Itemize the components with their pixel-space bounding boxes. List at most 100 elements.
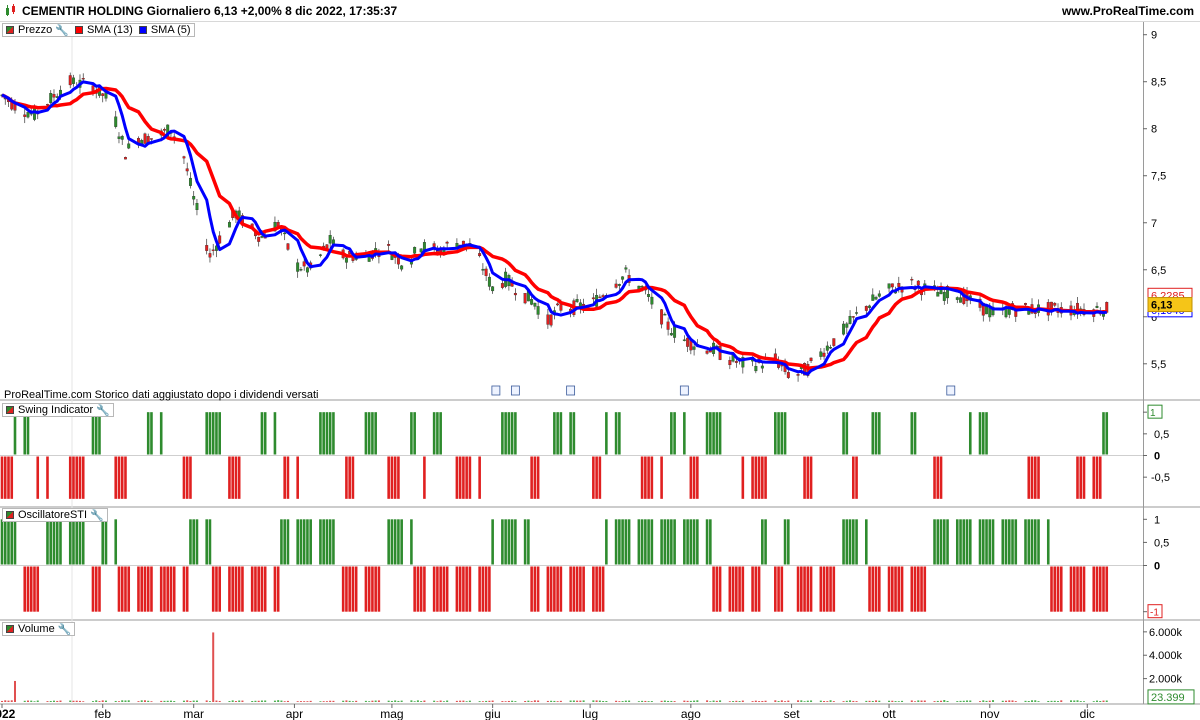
candle-body[interactable] xyxy=(549,314,553,326)
candle-body[interactable] xyxy=(143,133,147,144)
candle-body[interactable] xyxy=(728,360,732,366)
candle-body[interactable] xyxy=(829,347,833,349)
volume-panel[interactable]: 6.000k 4.000k 2.000k 23.399 xyxy=(1,627,1195,705)
dividend-event-icon[interactable] xyxy=(491,385,501,396)
candle-body[interactable] xyxy=(617,284,621,286)
candle-body[interactable] xyxy=(445,241,449,244)
candle-body[interactable] xyxy=(296,262,300,272)
candle-body[interactable] xyxy=(855,312,859,314)
candle-body[interactable] xyxy=(513,292,517,296)
candle-body[interactable] xyxy=(396,257,400,265)
candle-body[interactable] xyxy=(955,297,959,300)
candle-body[interactable] xyxy=(682,339,686,341)
candle-body[interactable] xyxy=(845,323,849,328)
candle-body[interactable] xyxy=(825,345,829,351)
candle-body[interactable] xyxy=(754,365,758,372)
candle-body[interactable] xyxy=(81,78,85,80)
candle-body[interactable] xyxy=(897,282,901,287)
candle-body[interactable] xyxy=(114,116,118,127)
candle-body[interactable] xyxy=(487,276,491,287)
candle-body[interactable] xyxy=(650,296,654,305)
candle-body[interactable] xyxy=(185,168,189,172)
candle-body[interactable] xyxy=(916,280,920,286)
candle-body[interactable] xyxy=(72,77,75,84)
candle-body[interactable] xyxy=(832,338,836,346)
candle-body[interactable] xyxy=(124,157,127,160)
candle-body[interactable] xyxy=(419,248,423,253)
candle-body[interactable] xyxy=(819,351,823,357)
candle-body[interactable] xyxy=(26,112,30,118)
chart-canvas[interactable]: 98,587,576,565,56,22856,10406,13 10,50-0… xyxy=(0,22,1200,720)
candle-body[interactable] xyxy=(101,93,105,96)
candle-body[interactable] xyxy=(686,337,690,347)
candle-body[interactable] xyxy=(400,265,404,270)
candle-body[interactable] xyxy=(286,243,290,250)
candle-body[interactable] xyxy=(673,326,677,338)
candle-body[interactable] xyxy=(809,357,813,362)
candle-body[interactable] xyxy=(874,297,878,300)
swing-indicator-panel[interactable]: 10,50-0,51 xyxy=(0,404,1170,499)
candle-body[interactable] xyxy=(299,269,303,271)
price-panel[interactable]: 98,587,576,565,56,22856,10406,13 xyxy=(0,30,1193,396)
candle-body[interactable] xyxy=(481,268,485,271)
candle-body[interactable] xyxy=(484,268,488,276)
candle-body[interactable] xyxy=(257,236,261,242)
candle-body[interactable] xyxy=(848,315,852,324)
candle-body[interactable] xyxy=(500,283,504,288)
candle-body[interactable] xyxy=(536,306,540,315)
candle-body[interactable] xyxy=(705,350,709,354)
candle-body[interactable] xyxy=(478,253,482,257)
candle-body[interactable] xyxy=(23,114,27,117)
candle-body[interactable] xyxy=(660,309,664,325)
candle-body[interactable] xyxy=(387,244,391,246)
candle-body[interactable] xyxy=(591,297,595,300)
candle-body[interactable] xyxy=(692,346,696,350)
dividend-event-icon[interactable] xyxy=(679,385,689,396)
candle-body[interactable] xyxy=(786,372,790,378)
volume-legend[interactable]: Volume 🔧 xyxy=(2,622,76,636)
candle-body[interactable] xyxy=(318,254,322,256)
candle-body[interactable] xyxy=(598,296,602,299)
candle-body[interactable] xyxy=(663,314,667,316)
candle-body[interactable] xyxy=(344,257,348,263)
candle-body[interactable] xyxy=(305,267,309,273)
candle-body[interactable] xyxy=(647,294,651,297)
candle-body[interactable] xyxy=(276,222,280,227)
candle-body[interactable] xyxy=(163,129,166,131)
candle-body[interactable] xyxy=(208,253,212,258)
candle-body[interactable] xyxy=(120,136,124,140)
candle-body[interactable] xyxy=(283,232,287,235)
candle-body[interactable] xyxy=(877,293,881,297)
candle-body[interactable] xyxy=(422,242,426,251)
candle-body[interactable] xyxy=(195,203,199,211)
candle-body[interactable] xyxy=(760,365,764,369)
candle-body[interactable] xyxy=(189,177,192,186)
candle-body[interactable] xyxy=(205,245,209,251)
candle-body[interactable] xyxy=(887,283,891,289)
candle-body[interactable] xyxy=(871,294,875,301)
candle-body[interactable] xyxy=(936,292,940,297)
candle-body[interactable] xyxy=(868,305,872,308)
candle-body[interactable] xyxy=(46,104,49,106)
candle-body[interactable] xyxy=(851,316,855,318)
candle-body[interactable] xyxy=(734,361,738,363)
candle-body[interactable] xyxy=(150,138,153,140)
candle-body[interactable] xyxy=(52,94,56,98)
candle-body[interactable] xyxy=(546,314,550,325)
candle-body[interactable] xyxy=(218,235,222,244)
wrench-icon[interactable]: 🔧 xyxy=(96,404,110,417)
candle-body[interactable] xyxy=(988,307,992,318)
candle-body[interactable] xyxy=(910,279,914,281)
dividend-event-icon[interactable] xyxy=(566,385,576,396)
price-legend[interactable]: Prezzo 🔧 SMA (13) SMA (5) xyxy=(2,23,195,37)
candle-body[interactable] xyxy=(559,304,563,311)
candle-body[interactable] xyxy=(211,249,215,251)
swing-legend[interactable]: Swing Indicator 🔧 xyxy=(2,403,114,417)
candle-body[interactable] xyxy=(985,306,988,315)
candle-body[interactable] xyxy=(227,222,231,228)
dividend-event-icon[interactable] xyxy=(510,385,520,396)
candle-body[interactable] xyxy=(822,352,826,357)
wrench-icon[interactable]: 🔧 xyxy=(55,24,69,37)
candle-body[interactable] xyxy=(666,321,670,330)
candle-body[interactable] xyxy=(1053,302,1057,306)
